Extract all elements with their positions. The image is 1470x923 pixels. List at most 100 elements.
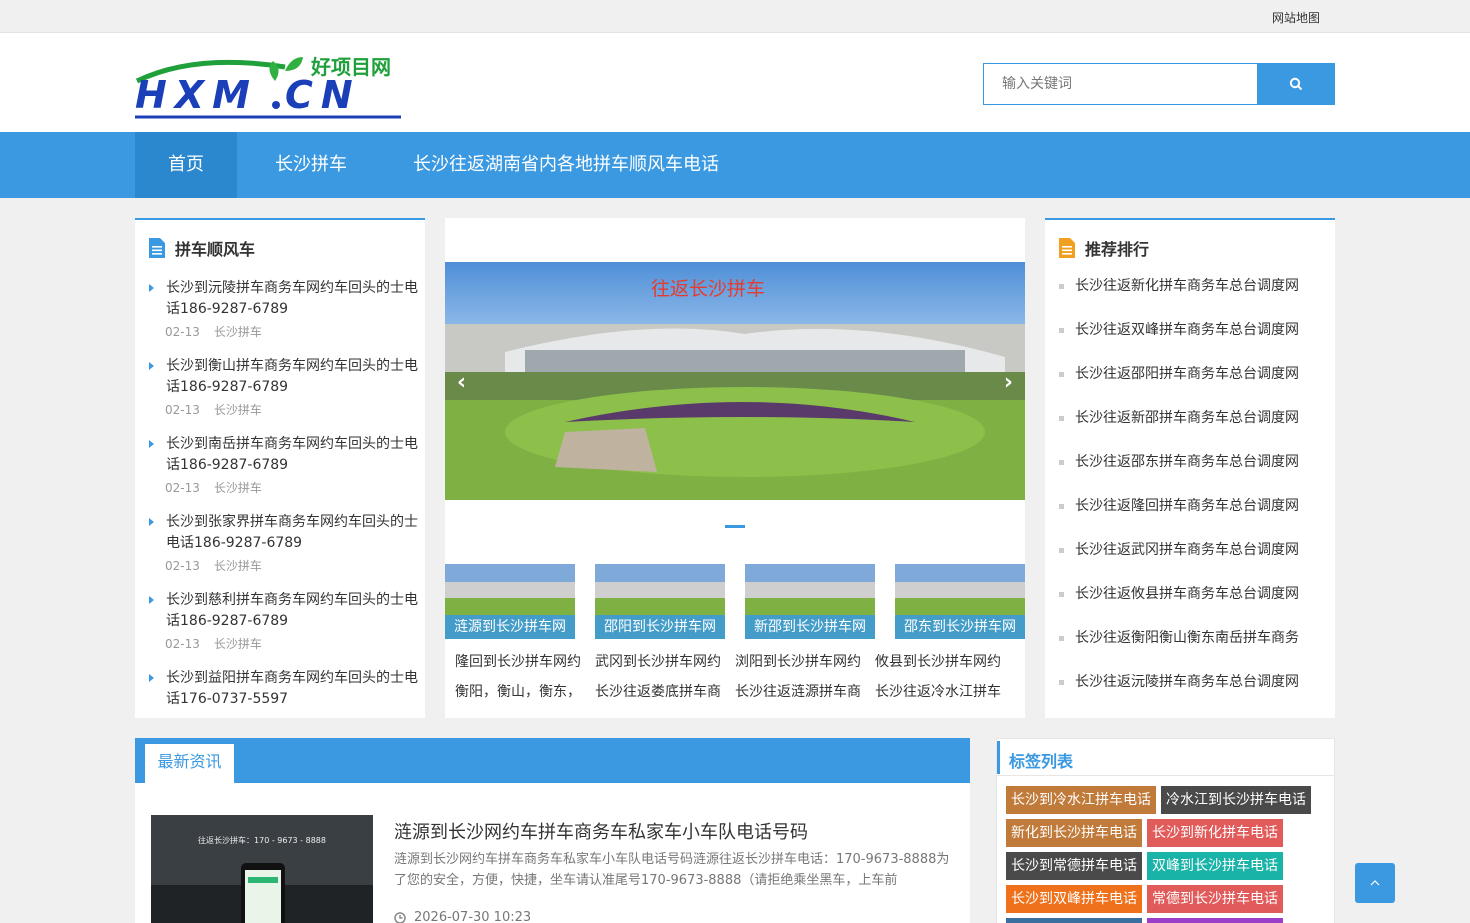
tag-link[interactable]: 常德到长沙拼车电话 xyxy=(1147,885,1283,913)
thumb-link[interactable]: 长沙往返冷水江拼车 xyxy=(875,677,1005,707)
bullet-icon xyxy=(1059,636,1064,641)
bullet-icon xyxy=(1059,592,1064,597)
thumb-link[interactable]: 长沙往返娄底拼车商 xyxy=(595,677,725,707)
post-title-link[interactable]: 长沙到慈利拼车商务车网约车回头的士电话186-9287-6789 xyxy=(166,590,422,632)
post-title-link[interactable]: 长沙到衡山拼车商务车网约车回头的士电话186-9287-6789 xyxy=(166,356,422,398)
title-accent-bar xyxy=(997,741,1000,774)
ranking-link[interactable]: 长沙往返新化拼车商务车总台调度网 xyxy=(1075,276,1317,297)
document-icon xyxy=(149,238,165,258)
list-item: 长沙往返新邵拼车商务车总台调度网 xyxy=(1045,408,1335,452)
bullet-icon xyxy=(1059,372,1064,377)
thumb-link[interactable]: 浏阳到长沙拼车网约 xyxy=(735,647,865,677)
list-item: 长沙往返双峰拼车商务车总台调度网 xyxy=(1045,320,1335,364)
slider-indicator[interactable] xyxy=(725,525,745,528)
chevron-left-icon[interactable]: ‹ xyxy=(457,370,466,395)
arrow-icon xyxy=(149,674,154,682)
ranking-link[interactable]: 长沙往返隆回拼车商务车总台调度网 xyxy=(1075,496,1317,517)
bullet-icon xyxy=(1059,680,1064,685)
bullet-icon xyxy=(1059,460,1064,465)
ranking-link[interactable]: 长沙往返衡阳衡山衡东南岳拼车商务 xyxy=(1075,628,1317,649)
ranking-panel: 推荐排行 长沙往返新化拼车商务车总台调度网 长沙往返双峰拼车商务车总台调度网 长… xyxy=(1045,218,1335,718)
tags-title: 标签列表 xyxy=(1009,752,1074,771)
post-category[interactable]: 长沙拼车 xyxy=(214,481,262,495)
post-list: 长沙到沅陵拼车商务车网约车回头的士电话186-9287-6789 02-13 长沙… xyxy=(135,278,425,718)
chevron-up-icon xyxy=(1370,880,1380,886)
post-title-link[interactable]: 长沙到沅陵拼车商务车网约车回头的士电话186-9287-6789 xyxy=(166,278,422,320)
news-title-link[interactable]: 涟源到长沙网约车拼车商务车私家车小车队电话号码 xyxy=(394,818,808,844)
ranking-link[interactable]: 长沙往返双峰拼车商务车总台调度网 xyxy=(1075,320,1317,341)
post-date: 02-13 xyxy=(165,403,200,417)
section-title: 拼车顺风车 xyxy=(149,236,255,260)
arrow-icon xyxy=(149,440,154,448)
thumbnail-card[interactable]: 新邵到长沙拼车网 xyxy=(745,564,875,639)
tag-link[interactable]: 长沙到常德拼车电话 xyxy=(1006,852,1142,880)
nav-changsha-carpool[interactable]: 长沙拼车 xyxy=(256,132,366,198)
post-title-link[interactable]: 长沙到益阳拼车商务车网约车回头的士电话176-0737-5597 xyxy=(166,668,422,710)
thumbnail-card[interactable]: 邵东到长沙拼车网 xyxy=(895,564,1025,639)
logo-cn-text: 好项目网 xyxy=(311,55,391,79)
site-logo[interactable]: HXM CN 好项目网 xyxy=(135,51,405,121)
chevron-right-icon[interactable]: › xyxy=(1004,370,1013,395)
bullet-icon xyxy=(1059,328,1064,333)
thumbnail-label: 新邵到长沙拼车网 xyxy=(745,615,875,639)
post-category[interactable]: 长沙拼车 xyxy=(214,637,262,651)
image-slider[interactable]: 往返长沙拼车 ‹ › xyxy=(445,262,1025,500)
arrow-icon xyxy=(149,362,154,370)
thumb-link[interactable]: 长沙往返涟源拼车商 xyxy=(735,677,865,707)
arrow-icon xyxy=(149,518,154,526)
thumbnail-label: 邵东到长沙拼车网 xyxy=(895,615,1025,639)
search-button[interactable] xyxy=(1257,63,1335,105)
thumbnail-card[interactable]: 邵阳到长沙拼车网 xyxy=(595,564,725,639)
ranking-link[interactable]: 长沙往返攸县拼车商务车总台调度网 xyxy=(1075,584,1317,605)
tag-link[interactable]: 新化到长沙拼车电话 xyxy=(1006,819,1142,847)
bullet-icon xyxy=(1059,504,1064,509)
tab-latest-news[interactable]: 最新资讯 xyxy=(145,744,234,783)
tag-link[interactable]: 冷水江到长沙拼车电话 xyxy=(1161,786,1311,814)
svg-text:HXM: HXM xyxy=(135,73,258,117)
nav-home[interactable]: 首页 xyxy=(135,132,237,198)
back-to-top-button[interactable] xyxy=(1355,863,1395,903)
post-title-link[interactable]: 长沙到张家界拼车商务车网约车回头的士电话186-9287-6789 xyxy=(166,512,422,554)
bullet-icon xyxy=(1059,284,1064,289)
ranking-link[interactable]: 长沙往返邵东拼车商务车总台调度网 xyxy=(1075,452,1317,473)
post-category[interactable]: 长沙拼车 xyxy=(214,559,262,573)
post-date: 02-13 xyxy=(165,559,200,573)
thumbnail-card[interactable]: 涟源到长沙拼车网 xyxy=(445,564,575,639)
news-date: 2026-07-30 10:23 xyxy=(394,910,531,923)
news-header: 最新资讯 xyxy=(135,738,970,783)
ranking-link[interactable]: 长沙往返新邵拼车商务车总台调度网 xyxy=(1075,408,1317,429)
news-thumbnail[interactable]: 往返长沙拼车：170 - 9673 - 8888 xyxy=(151,815,373,923)
thumb-link[interactable]: 隆回到长沙拼车网约 xyxy=(455,647,585,677)
section-title: 推荐排行 xyxy=(1059,236,1149,260)
list-item: 长沙到沅陵拼车商务车网约车回头的士电话186-9287-6789 02-13 长沙… xyxy=(135,278,425,356)
arrow-icon xyxy=(149,596,154,604)
search-input[interactable] xyxy=(983,63,1258,105)
arrow-icon xyxy=(149,284,154,292)
tag-link[interactable]: 长沙到双峰拼车电话 xyxy=(1006,885,1142,913)
ranking-link[interactable]: 长沙往返武冈拼车商务车总台调度网 xyxy=(1075,540,1317,561)
thumbnail-label: 邵阳到长沙拼车网 xyxy=(595,615,725,639)
bullet-icon xyxy=(1059,548,1064,553)
list-item: 长沙到衡山拼车商务车网约车回头的士电话186-9287-6789 02-13 长沙… xyxy=(135,356,425,434)
list-item: 长沙往返新化拼车商务车总台调度网 xyxy=(1045,276,1335,320)
news-image-text: 往返长沙拼车：170 - 9673 - 8888 xyxy=(198,836,326,845)
post-title-link[interactable]: 长沙到南岳拼车商务车网约车回头的士电话186-9287-6789 xyxy=(166,434,422,476)
post-meta: 02-13 长沙拼车 xyxy=(165,323,262,340)
sitemap-link[interactable]: 网站地图 xyxy=(1272,9,1320,26)
carpool-list-panel: 拼车顺风车 长沙到沅陵拼车商务车网约车回头的士电话186-9287-6789 0… xyxy=(135,218,425,718)
nav-hunan-carpool[interactable]: 长沙往返湖南省内各地拼车顺风车电话 xyxy=(396,132,736,198)
tag-link[interactable]: 长沙到新化拼车电话 xyxy=(1147,819,1283,847)
tag-link[interactable]: 长沙到冷水江拼车电话 xyxy=(1006,786,1156,814)
thumb-link[interactable]: 衡阳，衡山，衡东， xyxy=(455,677,585,707)
post-meta: 02-13 长沙拼车 xyxy=(165,401,262,418)
post-category[interactable]: 长沙拼车 xyxy=(214,403,262,417)
thumb-link[interactable]: 武冈到长沙拼车网约 xyxy=(595,647,725,677)
news-description: 涟源到长沙网约车拼车商务车私家车小车队电话号码涟源往返长沙拼车电话：170-96… xyxy=(394,852,950,888)
main-nav: 首页 长沙拼车 长沙往返湖南省内各地拼车顺风车电话 xyxy=(0,132,1470,198)
thumb-link[interactable]: 攸县到长沙拼车网约 xyxy=(875,647,1005,677)
ranking-link[interactable]: 长沙往返邵阳拼车商务车总台调度网 xyxy=(1075,364,1317,385)
post-category[interactable]: 长沙拼车 xyxy=(214,325,262,339)
tag-link[interactable]: 双峰到长沙拼车电话 xyxy=(1147,852,1283,880)
post-date: 02-13 xyxy=(165,325,200,339)
ranking-link[interactable]: 长沙往返沅陵拼车商务车总台调度网 xyxy=(1075,672,1317,693)
